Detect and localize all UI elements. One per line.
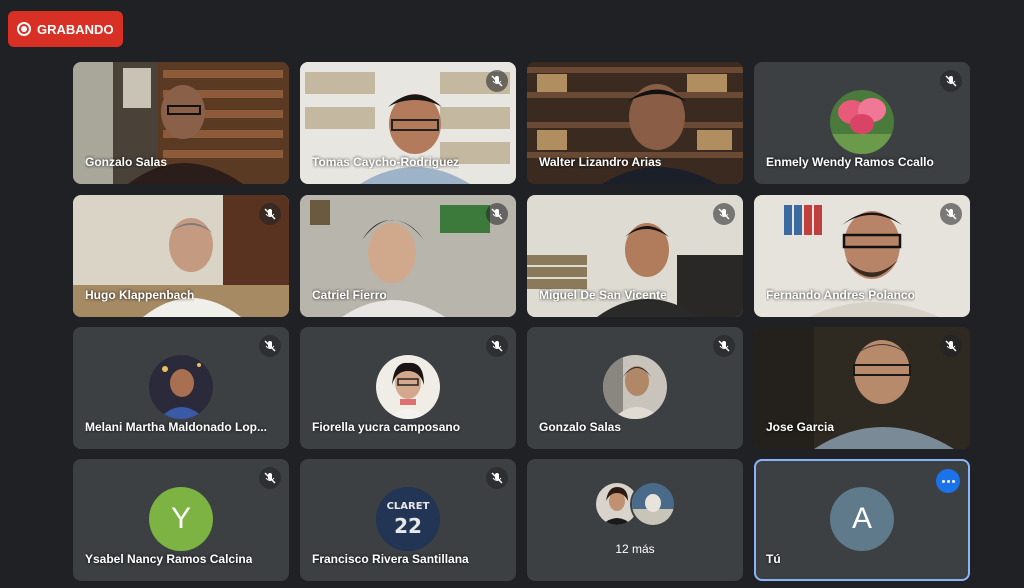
- participant-tile[interactable]: Tomas Caycho-Rodriguez: [300, 62, 516, 184]
- participant-name: Hugo Klappenbach: [85, 288, 195, 302]
- participant-name: Gonzalo Salas: [539, 420, 622, 434]
- self-tile[interactable]: A Tú: [754, 459, 970, 581]
- mic-off-icon: [486, 467, 508, 489]
- mic-off-icon: [259, 335, 281, 357]
- participant-avatar: CLARET 22: [376, 487, 440, 551]
- participant-tile[interactable]: Jose Garcia: [754, 327, 970, 449]
- mic-off-icon: [486, 70, 508, 92]
- mic-off-icon: [940, 203, 962, 225]
- participant-avatar: Y: [149, 487, 213, 551]
- participant-tile[interactable]: CLARET 22 Francisco Rivera Santillana: [300, 459, 516, 581]
- self-avatar: A: [830, 487, 894, 551]
- participant-name: Tomas Caycho-Rodriguez: [312, 155, 460, 169]
- record-icon: [17, 22, 31, 36]
- participant-tile[interactable]: Catriel Fierro: [300, 195, 516, 317]
- participant-name: Miguel De San Vicente: [539, 288, 667, 302]
- participant-tile[interactable]: Enmely Wendy Ramos Ccallo: [754, 62, 970, 184]
- mic-off-icon: [713, 203, 735, 225]
- participant-name: Ysabel Nancy Ramos Calcina: [85, 552, 253, 566]
- participant-tile[interactable]: Gonzalo Salas: [73, 62, 289, 184]
- participant-avatar: [149, 355, 213, 419]
- jersey-text: CLARET: [387, 501, 430, 512]
- participant-tile[interactable]: Melani Martha Maldonado Lop...: [73, 327, 289, 449]
- mic-off-icon: [259, 467, 281, 489]
- participant-tile[interactable]: Fernando Andres Polanco: [754, 195, 970, 317]
- mic-off-icon: [940, 70, 962, 92]
- more-participants-label: 12 más: [615, 542, 655, 556]
- participant-name: Enmely Wendy Ramos Ccallo: [766, 155, 934, 169]
- mic-off-icon: [713, 335, 735, 357]
- participant-avatar: [603, 355, 667, 419]
- more-options-button[interactable]: [936, 469, 960, 493]
- mic-off-icon: [486, 335, 508, 357]
- mic-off-icon: [940, 335, 962, 357]
- recording-indicator: GRABANDO: [8, 11, 123, 47]
- participant-name: Walter Lizandro Arias: [539, 155, 662, 169]
- participant-name: Jose Garcia: [766, 420, 835, 434]
- mic-off-icon: [486, 203, 508, 225]
- recording-label: GRABANDO: [37, 21, 114, 37]
- participant-tile[interactable]: Fiorella yucra camposano: [300, 327, 516, 449]
- participant-tile[interactable]: Hugo Klappenbach: [73, 195, 289, 317]
- self-name: Tú: [766, 552, 781, 566]
- participant-tile[interactable]: Gonzalo Salas: [527, 327, 743, 449]
- more-participants-tile[interactable]: 12 más: [527, 459, 743, 581]
- participant-tile[interactable]: Walter Lizandro Arias: [527, 62, 743, 184]
- participant-avatar: [830, 90, 894, 154]
- participant-avatar: [376, 355, 440, 419]
- participant-avatar: [630, 481, 676, 527]
- participant-tile[interactable]: Miguel De San Vicente: [527, 195, 743, 317]
- participant-name: Fiorella yucra camposano: [312, 420, 461, 434]
- participant-name: Francisco Rivera Santillana: [312, 552, 469, 566]
- mic-off-icon: [259, 203, 281, 225]
- participant-tile[interactable]: Y Ysabel Nancy Ramos Calcina: [73, 459, 289, 581]
- jersey-number: 22: [394, 514, 422, 538]
- participant-name: Catriel Fierro: [312, 288, 387, 302]
- participant-name: Fernando Andres Polanco: [766, 288, 915, 302]
- participant-name: Melani Martha Maldonado Lop...: [85, 420, 268, 434]
- participant-name: Gonzalo Salas: [85, 155, 168, 169]
